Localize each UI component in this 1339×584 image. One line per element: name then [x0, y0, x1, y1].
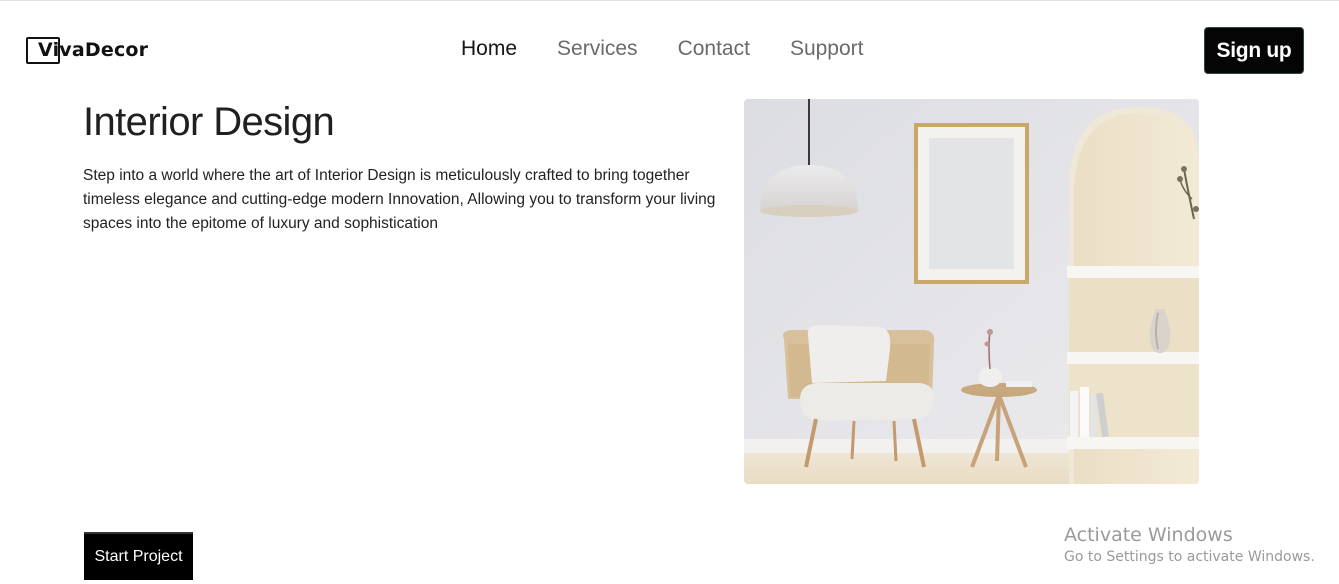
- activate-windows-title: Activate Windows: [1064, 524, 1233, 546]
- signup-button[interactable]: Sign up: [1204, 27, 1304, 74]
- hero-title: Interior Design: [83, 100, 335, 144]
- nav-contact[interactable]: Contact: [678, 37, 750, 61]
- nav-home[interactable]: Home: [461, 37, 517, 61]
- nav-support[interactable]: Support: [790, 37, 864, 61]
- nav-services[interactable]: Services: [557, 37, 638, 61]
- main-nav: Home Services Contact Support: [461, 37, 864, 61]
- start-project-button[interactable]: Start Project: [84, 532, 193, 580]
- landing-page: VivaDecor Home Services Contact Support …: [0, 0, 1339, 584]
- activate-windows-subtitle: Go to Settings to activate Windows.: [1064, 549, 1315, 565]
- logo-text: VivaDecor: [38, 39, 149, 61]
- hero-description: Step into a world where the art of Inter…: [83, 167, 716, 232]
- hero-image: [744, 99, 1199, 484]
- logo[interactable]: VivaDecor: [26, 36, 148, 64]
- room-illustration: [744, 99, 1199, 484]
